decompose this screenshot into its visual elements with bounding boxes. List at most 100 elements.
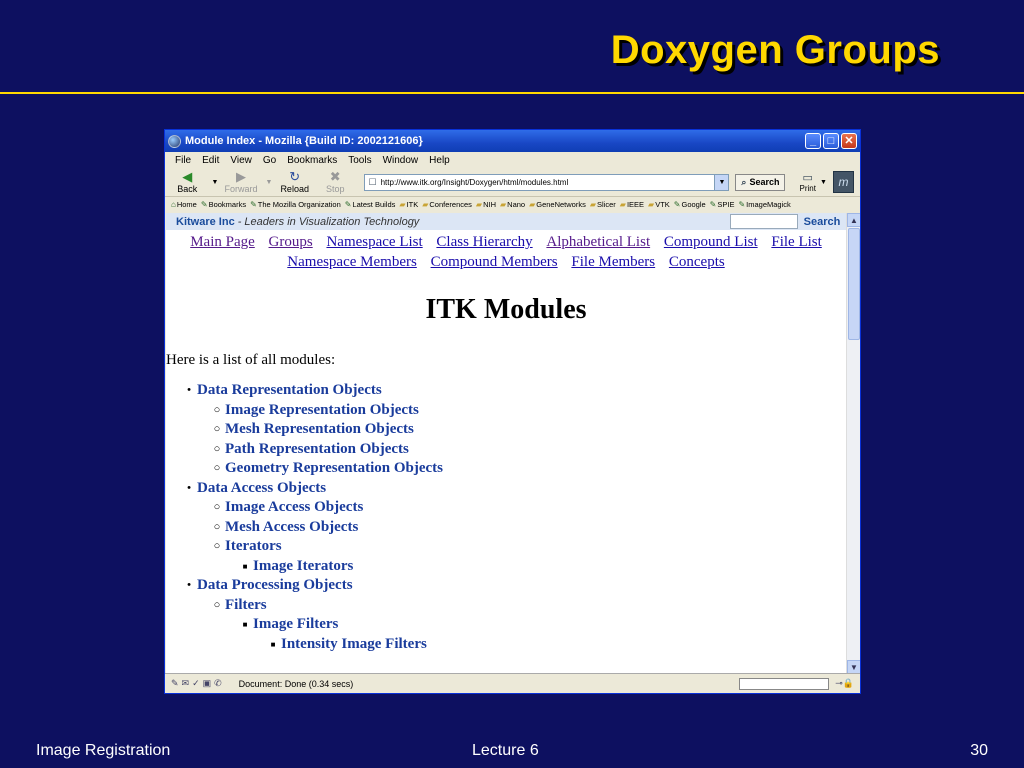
close-button[interactable]: ✕ [841,133,857,149]
bookmark-item[interactable]: ⌂ Home [171,200,197,209]
nav-file-list[interactable]: File List [771,234,821,250]
module-link[interactable]: Geometry Representation Objects [225,459,443,479]
maximize-button[interactable]: □ [823,133,839,149]
bookmark-item[interactable]: ✎ SPIE [710,200,735,209]
nav-compound-members[interactable]: Compound Members [431,254,558,270]
bookmark-folder[interactable]: ▰ Nano [500,200,525,209]
print-dropdown-icon[interactable]: ▼ [820,179,827,186]
bookmark-folder[interactable]: ▰ GeneNetworks [529,200,586,209]
menu-edit[interactable]: Edit [202,155,219,166]
window-titlebar[interactable]: Module Index - Mozilla {Build ID: 200212… [165,130,860,152]
list-bullet-icon: ○ [213,540,221,552]
bookmark-folder[interactable]: ▰ Slicer [590,200,616,209]
bookmark-item[interactable]: ✎ Latest Builds [345,200,396,209]
doxygen-nav: Main Page Groups Namespace List Class Hi… [166,230,846,272]
bookmark-icon: ✎ [738,199,746,209]
url-bar[interactable]: ☐ ▼ [363,173,730,191]
bookmark-folder[interactable]: ▰ IEEE [620,200,644,209]
nav-file-members[interactable]: File Members [571,254,655,270]
vertical-scrollbar[interactable]: ▲ ▼ [846,213,860,674]
stop-label: Stop [326,184,345,194]
page-heading: ITK Modules [425,294,587,325]
menu-view[interactable]: View [230,155,252,166]
menu-tools[interactable]: Tools [348,155,371,166]
bookmark-folder[interactable]: ▰ NIH [476,200,496,209]
list-bullet-icon: ○ [213,501,221,513]
module-list-item: ○ Iterators [166,537,846,557]
list-bullet-icon: ■ [242,620,248,629]
module-link[interactable]: Image Iterators [253,557,353,577]
nav-compound-list[interactable]: Compound List [664,234,758,250]
status-text: Document: Done (0.34 secs) [238,678,354,689]
module-link[interactable]: Image Filters [253,615,338,635]
search-icon: ⌕ [741,176,747,187]
search-button[interactable]: ⌕ Search [735,173,786,191]
nav-class-hierarchy[interactable]: Class Hierarchy [436,234,532,250]
nav-alphabetical-list[interactable]: Alphabetical List [546,234,650,250]
module-list-item: ■ Image Filters [166,615,846,635]
module-link[interactable]: Image Access Objects [225,498,363,518]
module-link[interactable]: Data Processing Objects [197,576,353,596]
scroll-thumb[interactable] [848,228,860,340]
site-search-button[interactable]: Search [798,213,846,230]
nav-namespace-members[interactable]: Namespace Members [287,254,417,270]
bookmark-folder[interactable]: ▰ Conferences [422,200,472,209]
back-label: Back [177,184,198,194]
menu-bar: File Edit View Go Bookmarks Tools Window… [165,152,860,168]
bookmarks-icon: ✎ [200,199,208,209]
module-list-item: • Data Representation Objects [166,381,846,401]
kitware-name[interactable]: Kitware Inc [176,216,235,228]
bookmark-item[interactable]: ✎ Bookmarks [201,200,246,209]
forward-button[interactable]: ▶ Forward [224,170,257,195]
nav-concepts[interactable]: Concepts [669,254,725,270]
site-search-input[interactable] [730,214,798,229]
module-link[interactable]: Intensity Image Filters [281,635,427,655]
navigation-toolbar: ◀ Back ▼ ▶ Forward ▼ ↻ Reload ✖ Stop ☐ ▼… [165,168,860,196]
back-dropdown-icon[interactable]: ▼ [212,179,219,186]
nav-namespace-list[interactable]: Namespace List [326,234,422,250]
menu-window[interactable]: Window [383,155,419,166]
module-list-item: ○ Filters [166,596,846,616]
bookmark-item[interactable]: ✎ Google [674,200,706,209]
module-link[interactable]: Mesh Representation Objects [225,420,414,440]
scroll-up-icon[interactable]: ▲ [847,213,860,227]
forward-dropdown-icon[interactable]: ▼ [266,179,273,186]
module-link[interactable]: Iterators [225,537,282,557]
module-list-item: ○ Geometry Representation Objects [166,459,846,479]
stop-icon: ✖ [329,169,341,184]
module-link[interactable]: Data Representation Objects [197,381,382,401]
url-input[interactable] [380,177,715,187]
menu-help[interactable]: Help [429,155,450,166]
module-link[interactable]: Data Access Objects [197,479,326,499]
module-link[interactable]: Mesh Access Objects [225,518,358,538]
bookmark-item[interactable]: ✎ The Mozilla Organization [250,200,341,209]
module-link[interactable]: Image Representation Objects [225,401,419,421]
security-lock-icon[interactable]: ⊸🔒 [835,678,854,689]
module-list-item: ○ Image Representation Objects [166,401,846,421]
scroll-down-icon[interactable]: ▼ [847,660,860,674]
title-divider [0,92,1024,94]
nav-main-page[interactable]: Main Page [190,234,255,250]
menu-go[interactable]: Go [263,155,276,166]
list-bullet-icon: ○ [213,423,221,435]
list-bullet-icon: • [187,579,191,591]
bookmark-folder[interactable]: ▰ VTK [648,200,670,209]
folder-icon: ▰ [529,199,536,209]
menu-file[interactable]: File [175,155,191,166]
minimize-button[interactable]: _ [805,133,821,149]
url-dropdown-icon[interactable]: ▼ [714,174,729,190]
progress-bar [739,677,830,690]
print-button[interactable]: ▭ Print [799,171,815,193]
window-title: Module Index - Mozilla {Build ID: 200212… [185,135,423,147]
module-link[interactable]: Path Representation Objects [225,440,409,460]
stop-button[interactable]: ✖ Stop [319,169,352,195]
menu-bookmarks[interactable]: Bookmarks [287,155,337,166]
bookmark-item[interactable]: ✎ ImageMagick [738,200,790,209]
reload-button[interactable]: ↻ Reload [278,170,311,195]
back-button[interactable]: ◀ Back [171,170,204,195]
nav-groups[interactable]: Groups [269,234,313,250]
bookmark-folder[interactable]: ▰ ITK [399,200,418,209]
component-bar-icons[interactable]: ✎✉✓▣✆ [171,678,225,689]
module-list-item: ■ Intensity Image Filters [166,635,846,655]
module-link[interactable]: Filters [225,596,267,616]
